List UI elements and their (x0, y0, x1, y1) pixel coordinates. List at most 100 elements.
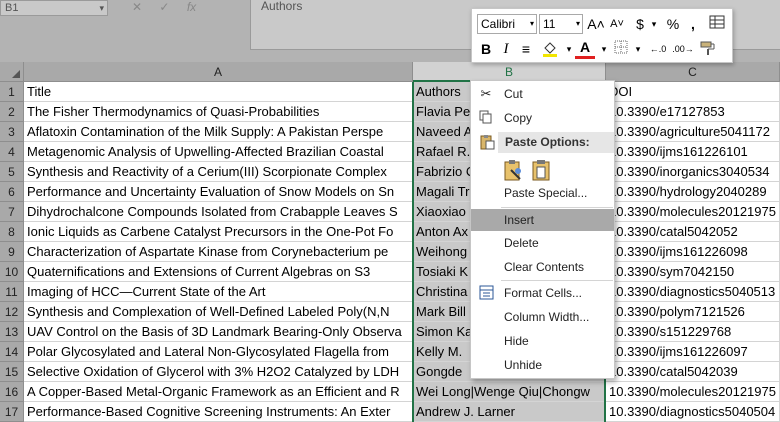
cell-a[interactable]: Synthesis and Reactivity of a Cerium(III… (24, 162, 413, 182)
menu-item-copy[interactable]: Copy (471, 107, 614, 129)
cell-c[interactable]: 10.3390/diagnostics5040513 (606, 282, 780, 302)
comma-style-button[interactable]: , (683, 14, 703, 34)
cell-b[interactable]: Andrew J. Larner (413, 402, 606, 422)
italic-button[interactable]: I (496, 39, 516, 59)
fill-color-icon[interactable] (540, 39, 560, 59)
row-header[interactable]: 9 (0, 242, 24, 262)
bold-button[interactable]: B (476, 39, 496, 59)
formula-buttons: ✕ ✓ fx (118, 0, 248, 16)
shrink-font-button[interactable]: A˅ (607, 14, 627, 34)
cell-a[interactable]: Aflatoxin Contamination of the Milk Supp… (24, 122, 413, 142)
select-all-button[interactable] (0, 62, 24, 82)
cell-c[interactable]: 10.3390/catal5042039 (606, 362, 780, 382)
row-header[interactable]: 11 (0, 282, 24, 302)
percent-button[interactable]: % (663, 14, 683, 34)
cell-c[interactable]: 10.3390/ijms161226101 (606, 142, 780, 162)
cell-c[interactable]: 10.3390/diagnostics5040504 (606, 402, 780, 422)
font-size-value: 11 (543, 17, 556, 31)
paste-icon[interactable] (529, 157, 553, 183)
row-header[interactable]: 14 (0, 342, 24, 362)
table-row: 17 Performance-Based Cognitive Screening … (0, 402, 780, 422)
cell-a[interactable]: Characterization of Aspartate Kinase fro… (24, 242, 413, 262)
cell-c[interactable]: 10.3390/hydrology2040289 (606, 182, 780, 202)
format-painter-icon[interactable] (698, 39, 718, 59)
chevron-down-icon[interactable]: ▾ (628, 39, 648, 59)
cell-a[interactable]: A Copper-Based Metal-Organic Framework a… (24, 382, 413, 402)
menu-item-paste-special[interactable]: Paste Special... (471, 182, 614, 204)
menu-item-label: Cut (504, 87, 523, 101)
cell-c[interactable]: 10.3390/molecules20121975 (606, 202, 780, 222)
cell-a[interactable]: Dihydrochalcone Compounds Isolated from … (24, 202, 413, 222)
cell-c[interactable]: 10.3390/polym7121526 (606, 302, 780, 322)
row-header[interactable]: 7 (0, 202, 24, 222)
enter-icon[interactable]: ✓ (159, 0, 169, 14)
cell-c[interactable]: 10.3390/ijms161226097 (606, 342, 780, 362)
menu-item-column-width[interactable]: Column Width... (471, 306, 614, 328)
cell-c[interactable]: 10.3390/agriculture5041172 (606, 122, 780, 142)
cell-c[interactable]: 10.3390/molecules20121975 (606, 382, 780, 402)
cell-a[interactable]: Synthesis and Complexation of Well-Defin… (24, 302, 413, 322)
cell-c[interactable]: 10.3390/ijms161226098 (606, 242, 780, 262)
name-box[interactable]: B1 ▾ (0, 0, 108, 16)
cancel-icon[interactable]: ✕ (132, 0, 142, 14)
cell-a[interactable]: Ionic Liquids as Carbene Catalyst Precur… (24, 222, 413, 242)
font-color-button[interactable]: A (575, 39, 595, 59)
cell-c[interactable]: 10.3390/catal5042052 (606, 222, 780, 242)
cell-b[interactable]: Wei Long|Wenge Qiu|Chongw (413, 382, 606, 402)
column-header-a[interactable]: A (24, 62, 413, 82)
cell-a[interactable]: Quaternifications and Extensions of Curr… (24, 262, 413, 282)
menu-item-insert[interactable]: Insert (471, 209, 614, 231)
paste-keep-formatting-icon[interactable] (501, 157, 525, 183)
cell-a[interactable]: Performance and Uncertainty Evaluation o… (24, 182, 413, 202)
formula-value: Authors (261, 0, 303, 13)
paste-icon (479, 134, 495, 150)
cell-a[interactable]: Imaging of HCC—Current State of the Art (24, 282, 413, 302)
row-header[interactable]: 8 (0, 222, 24, 242)
font-size-select[interactable]: 11 ▾ (539, 14, 583, 34)
menu-item-hide[interactable]: Hide (471, 330, 614, 352)
menu-item-unhide[interactable]: Unhide (471, 354, 614, 376)
cell-c[interactable]: 10.3390/sym7042150 (606, 262, 780, 282)
cell-c[interactable]: 10.3390/inorganics3040534 (606, 162, 780, 182)
row-header[interactable]: 12 (0, 302, 24, 322)
column-header-c[interactable]: C (606, 62, 780, 82)
menu-item-label: Column Width... (504, 310, 590, 324)
cell-a[interactable]: Metagenomic Analysis of Upwelling-Affect… (24, 142, 413, 162)
table-row: 5 Synthesis and Reactivity of a Cerium(II… (0, 162, 780, 182)
insert-function-button[interactable]: fx (187, 0, 196, 14)
row-header[interactable]: 6 (0, 182, 24, 202)
cell-c[interactable]: 10.3390/s151229768 (606, 322, 780, 342)
row-header[interactable]: 2 (0, 102, 24, 122)
cell-a[interactable]: UAV Control on the Basis of 3D Landmark … (24, 322, 413, 342)
row-header[interactable]: 3 (0, 122, 24, 142)
menu-item-format-cells[interactable]: Format Cells... (471, 282, 614, 304)
menu-item-clear-contents[interactable]: Clear Contents (471, 256, 614, 278)
cell-c[interactable]: DOI (606, 82, 780, 102)
row-header[interactable]: 4 (0, 142, 24, 162)
align-center-button[interactable]: ≡ (516, 39, 536, 59)
cell-a[interactable]: The Fisher Thermodynamics of Quasi-Proba… (24, 102, 413, 122)
chevron-down-icon[interactable]: ▾ (99, 1, 104, 15)
row-header[interactable]: 13 (0, 322, 24, 342)
cell-a[interactable]: Title (24, 82, 413, 102)
grow-font-button[interactable]: A˄ (586, 14, 606, 34)
cell-a[interactable]: Selective Oxidation of Glycerol with 3% … (24, 362, 413, 382)
menu-item-delete[interactable]: Delete (471, 232, 614, 254)
cell-c[interactable]: 10.3390/e17127853 (606, 102, 780, 122)
menu-item-cut[interactable]: ✂ Cut (471, 83, 614, 105)
column-header-b[interactable]: B (413, 62, 606, 82)
font-name-select[interactable]: Calibri ▾ (477, 14, 537, 34)
menu-item-label: Delete (504, 236, 539, 250)
row-header[interactable]: 15 (0, 362, 24, 382)
decrease-decimal-button[interactable]: .00→ (671, 39, 695, 59)
cell-a[interactable]: Performance-Based Cognitive Screening In… (24, 402, 413, 422)
format-table-icon[interactable] (707, 14, 727, 34)
chevron-down-icon[interactable]: ▾ (644, 14, 664, 34)
row-header[interactable]: 10 (0, 262, 24, 282)
row-header[interactable]: 5 (0, 162, 24, 182)
cell-a[interactable]: Polar Glycosylated and Lateral Non-Glyco… (24, 342, 413, 362)
row-header[interactable]: 16 (0, 382, 24, 402)
increase-decimal-button[interactable]: ←.0 (646, 39, 670, 59)
row-header[interactable]: 1 (0, 82, 24, 102)
row-header[interactable]: 17 (0, 402, 24, 422)
